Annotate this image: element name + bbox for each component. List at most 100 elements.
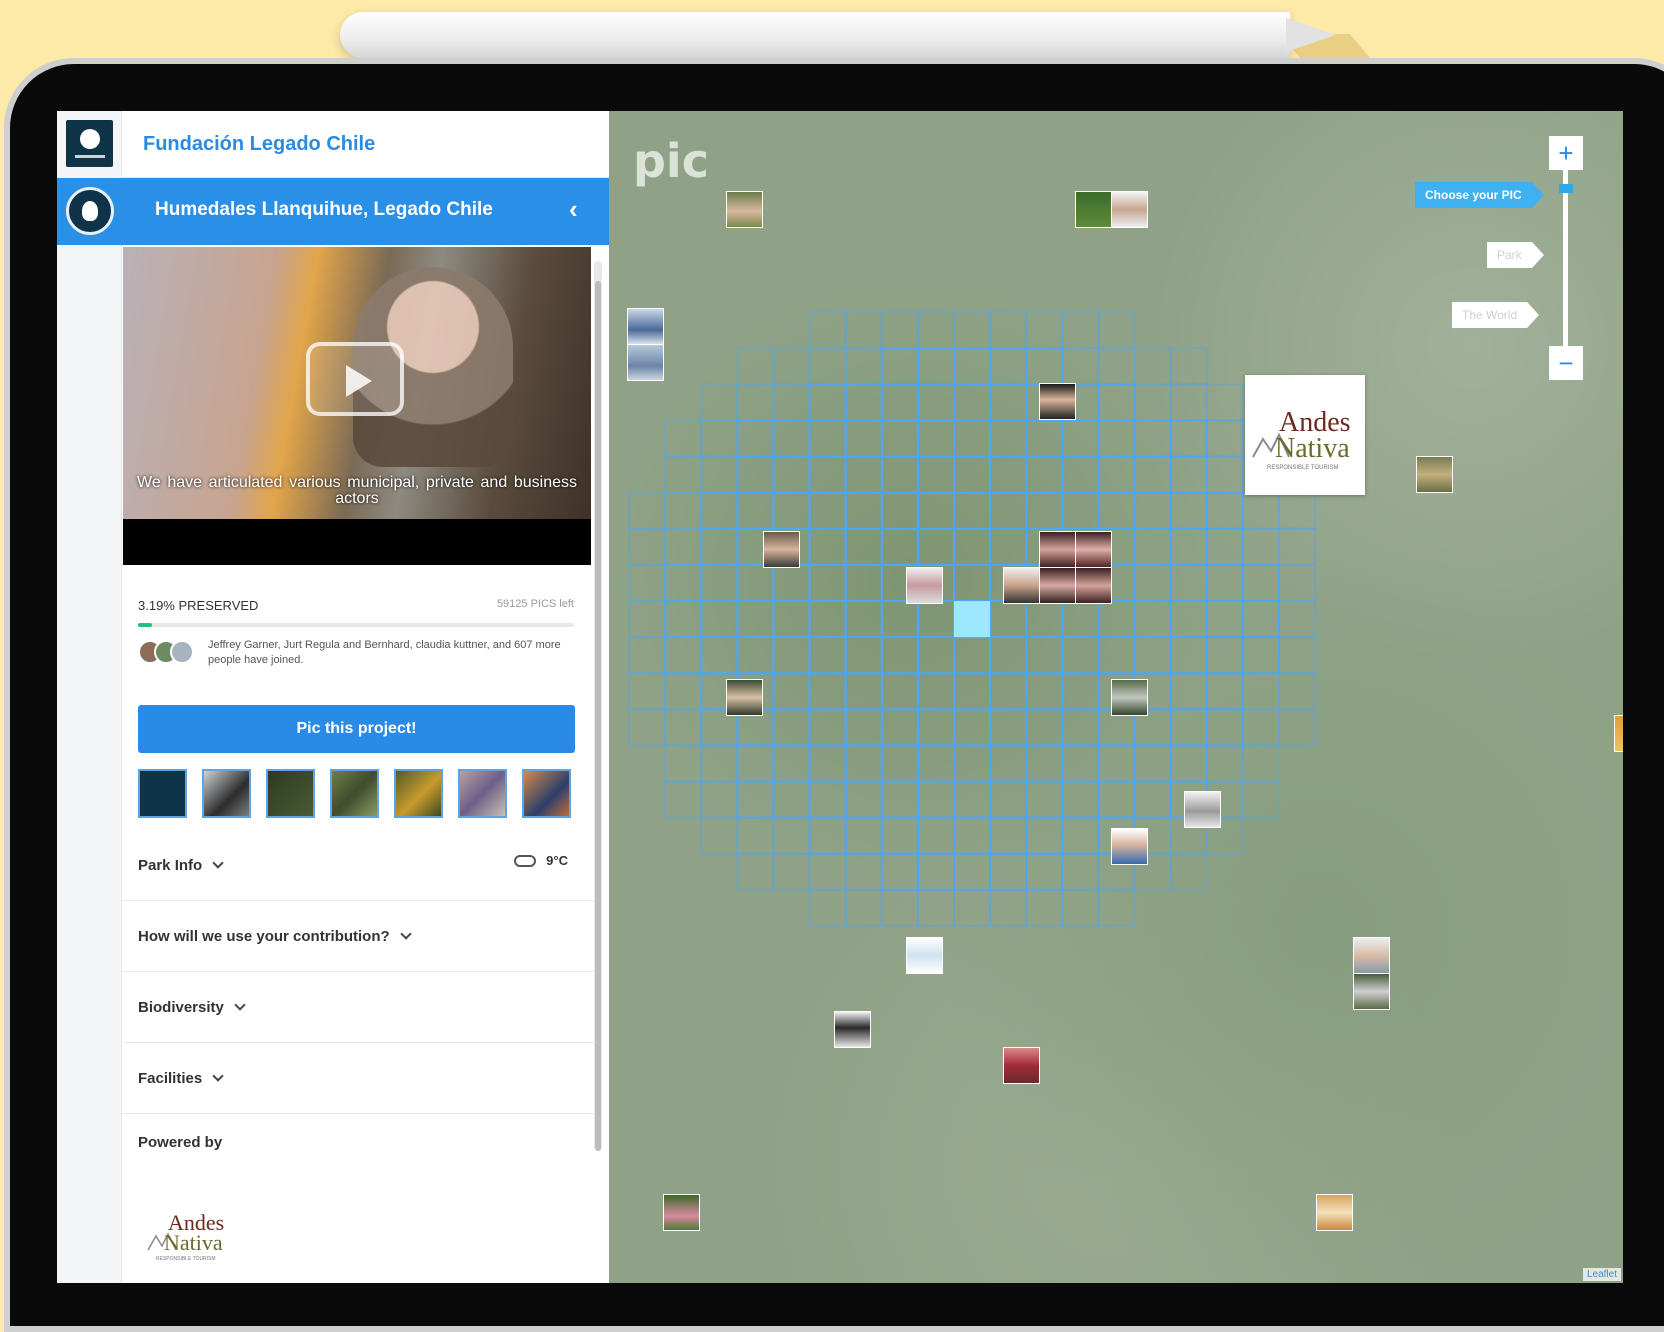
parcel-cell[interactable] bbox=[1241, 780, 1280, 819]
parcel-cell[interactable] bbox=[1205, 491, 1244, 530]
user-pic[interactable] bbox=[1039, 383, 1076, 420]
user-pic[interactable] bbox=[726, 679, 763, 716]
parcel-cell[interactable] bbox=[989, 852, 1028, 891]
parcel-cell[interactable] bbox=[808, 744, 847, 783]
parcel-cell[interactable] bbox=[772, 563, 811, 602]
parcel-cell[interactable] bbox=[1061, 491, 1100, 530]
parcel-cell[interactable] bbox=[700, 491, 739, 530]
parcel-cell[interactable] bbox=[916, 816, 955, 855]
parcel-cell[interactable] bbox=[989, 491, 1028, 530]
parcel-cell[interactable] bbox=[1025, 816, 1064, 855]
parcel-cell[interactable] bbox=[1097, 491, 1136, 530]
parcel-cell[interactable] bbox=[953, 311, 992, 350]
parcel-cell[interactable] bbox=[628, 563, 667, 602]
user-pic[interactable] bbox=[1039, 531, 1076, 568]
parcel-cell[interactable] bbox=[844, 527, 883, 566]
parcel-cell[interactable] bbox=[1277, 527, 1317, 566]
parcel-cell[interactable] bbox=[700, 744, 739, 783]
parcel-cell[interactable] bbox=[1241, 527, 1280, 566]
parcel-cell[interactable] bbox=[880, 636, 919, 675]
map-attribution[interactable]: Leaflet bbox=[1582, 1268, 1621, 1281]
parcel-cell[interactable] bbox=[1061, 816, 1100, 855]
parcel-cell[interactable] bbox=[772, 852, 811, 891]
parcel-cell[interactable] bbox=[953, 888, 992, 927]
parcel-cell[interactable] bbox=[1205, 419, 1244, 458]
parcel-cell[interactable] bbox=[844, 563, 883, 602]
user-pic[interactable] bbox=[1075, 567, 1112, 604]
parcel-cell[interactable] bbox=[1133, 455, 1172, 494]
parcel-cell[interactable] bbox=[1241, 744, 1280, 783]
gallery-thumb[interactable] bbox=[202, 769, 251, 818]
parcel-cell[interactable] bbox=[880, 744, 919, 783]
parcel-cell[interactable] bbox=[1169, 491, 1208, 530]
parcel-cell[interactable] bbox=[808, 347, 847, 386]
parcel-cell[interactable] bbox=[736, 636, 775, 675]
parcel-cell[interactable] bbox=[953, 527, 992, 566]
parcel-cell[interactable] bbox=[1205, 600, 1244, 639]
parcel-cell[interactable] bbox=[880, 311, 919, 350]
parcel-cell[interactable] bbox=[1205, 636, 1244, 675]
parcel-cell[interactable] bbox=[880, 708, 919, 747]
parcel-cell[interactable] bbox=[916, 636, 955, 675]
parcel-cell[interactable] bbox=[1061, 744, 1100, 783]
park-info-section[interactable]: Park Info 9°C bbox=[123, 831, 594, 901]
org-logo[interactable] bbox=[66, 120, 113, 167]
biodiversity-toggle[interactable]: Biodiversity bbox=[138, 999, 246, 1016]
parcel-cell[interactable] bbox=[844, 780, 883, 819]
parcel-cell[interactable] bbox=[953, 744, 992, 783]
parcel-cell[interactable] bbox=[916, 852, 955, 891]
parcel-cell[interactable] bbox=[953, 636, 992, 675]
parcel-cell[interactable] bbox=[844, 455, 883, 494]
parcel-cell[interactable] bbox=[736, 744, 775, 783]
parcel-cell[interactable] bbox=[628, 636, 667, 675]
user-pic[interactable] bbox=[1184, 791, 1221, 828]
parcel-cell[interactable] bbox=[772, 491, 811, 530]
parcel-cell[interactable] bbox=[628, 672, 667, 711]
parcel-cell[interactable] bbox=[880, 888, 919, 927]
zoom-level-world[interactable]: The World bbox=[1452, 302, 1540, 328]
parcel-cell[interactable] bbox=[664, 563, 703, 602]
parcel-cell[interactable] bbox=[1205, 527, 1244, 566]
parcel-cell[interactable] bbox=[1061, 311, 1100, 350]
parcel-cell[interactable] bbox=[628, 600, 667, 639]
user-pic[interactable] bbox=[763, 531, 800, 568]
zoom-slider-knob[interactable] bbox=[1559, 184, 1573, 193]
parcel-cell[interactable] bbox=[664, 708, 703, 747]
parcel-cell[interactable] bbox=[1025, 600, 1064, 639]
parcel-cell[interactable] bbox=[1277, 600, 1317, 639]
user-pic[interactable] bbox=[627, 344, 664, 381]
parcel-cell[interactable] bbox=[1169, 563, 1208, 602]
parcel-cell[interactable] bbox=[989, 455, 1028, 494]
user-pic[interactable] bbox=[726, 191, 763, 228]
parcel-cell[interactable] bbox=[808, 780, 847, 819]
user-pic[interactable] bbox=[627, 308, 664, 345]
parcel-cell[interactable] bbox=[1169, 852, 1208, 891]
parcel-cell[interactable] bbox=[808, 852, 847, 891]
parcel-cell[interactable] bbox=[953, 852, 992, 891]
parcel-cell[interactable] bbox=[953, 455, 992, 494]
parcel-cell[interactable] bbox=[1133, 419, 1172, 458]
gallery-thumb[interactable] bbox=[266, 769, 315, 818]
parcel-cell[interactable] bbox=[916, 888, 955, 927]
parcel-cell[interactable] bbox=[1061, 672, 1100, 711]
parcel-cell[interactable] bbox=[1241, 563, 1280, 602]
contribution-section[interactable]: How will we use your contribution? bbox=[123, 902, 594, 972]
parcel-cell[interactable] bbox=[772, 419, 811, 458]
parcel-cell[interactable] bbox=[1205, 563, 1244, 602]
parcel-cell[interactable] bbox=[880, 852, 919, 891]
parcel-cell[interactable] bbox=[772, 816, 811, 855]
parcel-cell[interactable] bbox=[1277, 636, 1317, 675]
parcel-cell[interactable] bbox=[953, 780, 992, 819]
parcel-cell[interactable] bbox=[736, 347, 775, 386]
parcel-cell[interactable] bbox=[1241, 636, 1280, 675]
parcel-cell[interactable] bbox=[664, 491, 703, 530]
parcel-cell[interactable] bbox=[916, 672, 955, 711]
zoom-in-button[interactable]: + bbox=[1549, 136, 1583, 170]
parcel-cell[interactable] bbox=[989, 816, 1028, 855]
parcel-cell[interactable] bbox=[880, 672, 919, 711]
parcel-cell[interactable] bbox=[1061, 419, 1100, 458]
parcel-cell[interactable] bbox=[700, 780, 739, 819]
parcel-cell[interactable] bbox=[1025, 311, 1064, 350]
parcel-cell[interactable] bbox=[1097, 455, 1136, 494]
parcel-cell[interactable] bbox=[772, 672, 811, 711]
